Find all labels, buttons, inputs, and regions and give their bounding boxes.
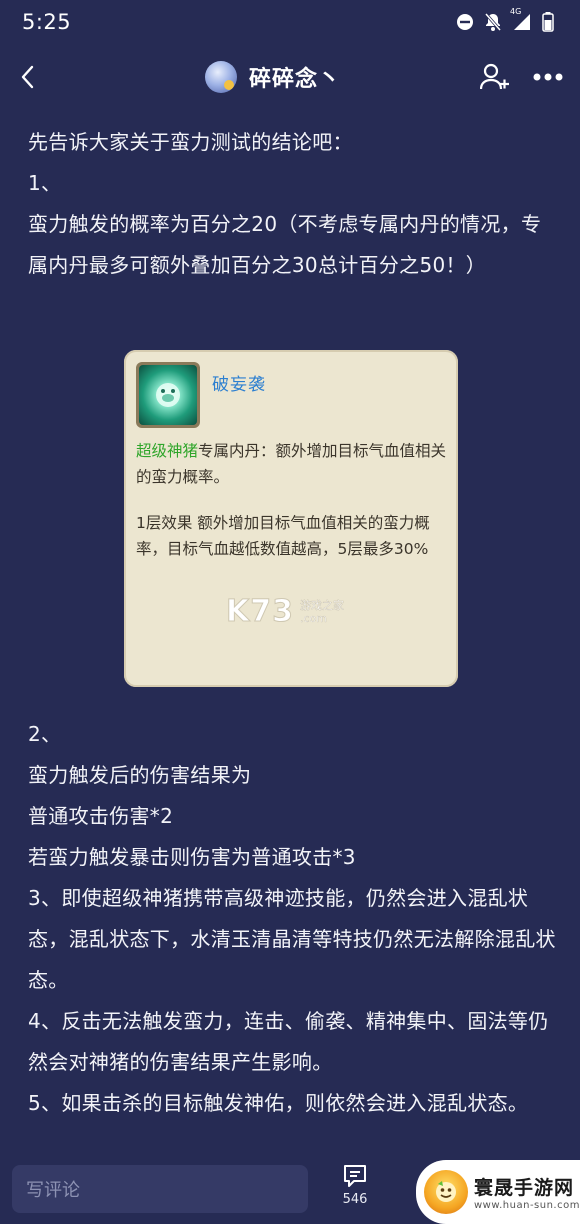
post-paragraph: 蛮力触发后的伤害结果为	[28, 763, 252, 787]
post-paragraph: 3、即使超级神猪携带高级神迹技能，仍然会进入混乱状态，混乱状态下，水清玉清晶清等…	[28, 886, 556, 992]
skill-highlight: 超级神猪	[136, 442, 199, 460]
status-time: 5:25	[22, 10, 72, 34]
brand-text: 寰晟手游网 www.huan-sun.com	[474, 1173, 580, 1211]
more-horizontal-icon	[533, 73, 563, 81]
nav-bar: 碎碎念丶	[0, 44, 580, 110]
post-paragraph: 1、	[28, 171, 62, 195]
comment-count: 546	[342, 1192, 368, 1207]
back-button[interactable]	[18, 64, 38, 90]
post-paragraph: 先告诉大家关于蛮力测试的结论吧：	[28, 130, 353, 154]
watermark-logo: K73	[226, 594, 294, 630]
avatar[interactable]	[205, 61, 237, 93]
nav-actions	[480, 63, 564, 91]
more-button[interactable]	[532, 72, 564, 82]
pig-icon	[139, 365, 197, 425]
skill-card-image[interactable]: 破妄袭 超级神猪专属内丹：额外增加目标气血值相关的蛮力概率。 1层效果 额外增加…	[124, 350, 458, 687]
comment-icon	[344, 1165, 366, 1187]
brand-name: 寰晟手游网	[474, 1177, 575, 1199]
skill-effect: 1层效果 额外增加目标气血值相关的蛮力概率，目标气血越低数值越高，5层最多30%	[136, 514, 430, 558]
post-paragraph: 2、	[28, 722, 62, 746]
watermark-line2: .com	[300, 611, 327, 625]
post-paragraph: 5、如果击杀的目标触发神佑，则依然会进入混乱状态。	[28, 1091, 529, 1115]
follow-button[interactable]	[480, 63, 510, 91]
brand-logo-icon	[424, 1170, 468, 1214]
post-content-continued: 2、 蛮力触发后的伤害结果为 普通攻击伤害*2 若蛮力触发暴击则伤害为普通攻击*…	[28, 714, 556, 1124]
author-header[interactable]: 碎碎念丶	[205, 61, 341, 93]
post-paragraph: 普通攻击伤害*2	[28, 804, 174, 828]
add-user-icon	[480, 63, 509, 90]
post-paragraph: 4、反击无法触发蛮力，连击、偷袭、精神集中、固法等仍然会对神猪的伤害结果产生影响…	[28, 1009, 549, 1074]
battery-icon	[542, 12, 554, 32]
comment-input[interactable]: 写评论	[12, 1165, 308, 1213]
skill-name: 破妄袭	[212, 375, 266, 395]
author-name[interactable]: 碎碎念丶	[249, 61, 341, 93]
skill-description: 超级神猪专属内丹：额外增加目标气血值相关的蛮力概率。	[136, 438, 448, 490]
post-paragraph: 蛮力触发的概率为百分之20（不考虑专属内丹的情况，专属内丹最多可额外叠加百分之3…	[28, 212, 542, 277]
skill-icon	[136, 362, 200, 428]
comments-button[interactable]: 546	[342, 1164, 368, 1207]
post-content: 先告诉大家关于蛮力测试的结论吧： 1、 蛮力触发的概率为百分之20（不考虑专属内…	[28, 122, 556, 286]
status-icons: 4G	[456, 7, 554, 32]
watermark-line1: 游戏之家	[300, 598, 344, 612]
k73-watermark: K73 游戏之家 .com	[226, 594, 345, 630]
status-bar: 5:25 4G	[0, 0, 580, 44]
chevron-left-icon	[21, 65, 34, 89]
brand-watermark: 寰晟手游网 www.huan-sun.com	[416, 1160, 580, 1224]
notifications-off-icon	[484, 12, 502, 32]
do-not-disturb-icon	[456, 13, 474, 31]
network-label: 4G	[510, 7, 522, 16]
brand-url: www.huan-sun.com	[474, 1200, 580, 1211]
post-paragraph: 若蛮力触发暴击则伤害为普通攻击*3	[28, 845, 356, 869]
signal-4g-icon: 4G	[510, 7, 532, 31]
